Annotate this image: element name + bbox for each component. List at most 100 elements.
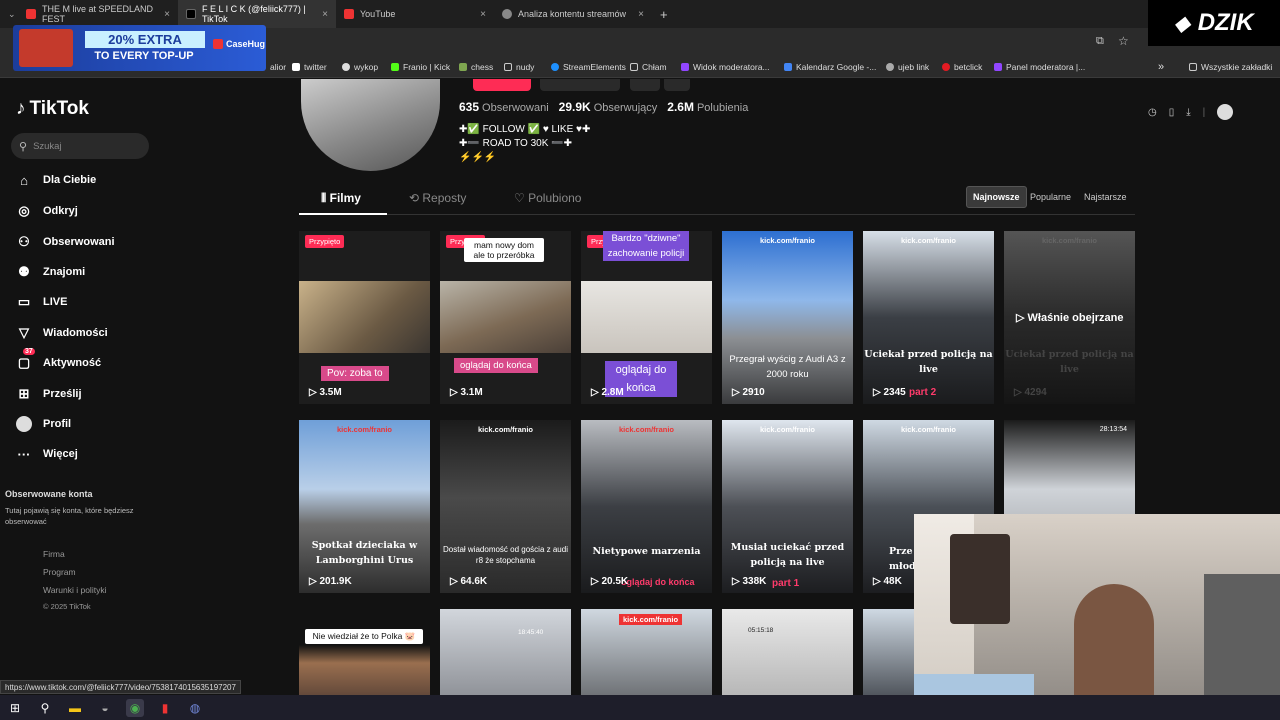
discord-icon[interactable]: ◍ (186, 699, 204, 717)
view-count: ▷ 338K (732, 576, 767, 587)
video-card[interactable]: 05:15:18 (722, 609, 853, 699)
follow-button[interactable] (473, 79, 531, 91)
app-icon[interactable]: ▮ (156, 699, 174, 717)
add-friend-button[interactable] (630, 79, 660, 91)
bookmark-item[interactable]: nudy (504, 62, 534, 72)
search-input[interactable]: ⚲ Szukaj (11, 133, 149, 159)
sort-newest[interactable]: Najnowsze (966, 186, 1027, 208)
video-card[interactable]: kick.com/franio (581, 609, 712, 699)
device-icon[interactable]: ▯ (1169, 107, 1175, 118)
tab-reposts[interactable]: ⟲ Reposty (409, 191, 466, 205)
nav-more[interactable]: ··· Więcej (16, 446, 78, 462)
globe-icon (886, 62, 894, 71)
close-tab-icon[interactable]: × (638, 9, 644, 20)
video-caption: Przegrał wyścig z Audi A3 z 2000 roku (729, 354, 846, 380)
video-card[interactable]: kick.com/franio Spotkał dzieciaka w Lamb… (299, 420, 430, 593)
video-card[interactable]: kick.com/franio Przegrał wyścig z Audi A… (722, 231, 853, 404)
bookmark-item[interactable]: Panel moderatora |... (994, 62, 1085, 72)
bookmarks-overflow-button[interactable]: » (1158, 61, 1164, 73)
bookmark-item[interactable]: alior (270, 62, 286, 72)
browser-tab-1[interactable]: THE M live at SPEEDLAND FEST × (18, 0, 178, 28)
install-app-icon[interactable]: ⧉ (1096, 35, 1104, 48)
profile-icon (16, 416, 32, 432)
bookmark-item[interactable]: Widok moderatora... (681, 62, 770, 72)
all-bookmarks-folder[interactable]: Wszystkie zakładki (1189, 62, 1272, 72)
sort-oldest[interactable]: Najstarsze (1078, 186, 1133, 208)
nav-upload[interactable]: ⊞ Prześlij (16, 386, 82, 402)
footer-link[interactable]: Program (43, 567, 76, 577)
coins-icon[interactable]: ◷ (1148, 107, 1157, 118)
chrome-icon[interactable]: ◉ (126, 698, 144, 717)
bookmark-item[interactable]: twitter (292, 62, 327, 72)
bookmark-item[interactable]: Kalendarz Google -... (784, 62, 876, 72)
video-card[interactable]: kick.com/franio Uciekał przed policją na… (863, 231, 994, 404)
footer-link[interactable]: Warunki i polityki (43, 585, 106, 595)
repost-icon: ⟲ (409, 191, 423, 205)
bookmark-star-icon[interactable]: ☆ (1118, 34, 1129, 48)
activity-badge: 37 (23, 348, 35, 355)
browser-tab-2[interactable]: F E L I C K (@feliick777) | TikTok × (178, 0, 336, 28)
kick-watermark: kick.com/franio (900, 236, 957, 245)
bookmark-item[interactable]: wykop (342, 62, 378, 72)
video-card[interactable]: kick.com/franio ▷ Właśnie obejrzane Ucie… (1004, 231, 1135, 404)
part-label: part 2 (909, 387, 937, 398)
view-count: ▷ 64.6K (450, 576, 488, 587)
kick-watermark: kick.com/franio (1041, 236, 1098, 245)
video-card[interactable]: kick.com/franio Musiał uciekać przed pol… (722, 420, 853, 593)
tab-liked[interactable]: ♡ Polubiono (514, 191, 581, 205)
followed-accounts-heading: Obserwowane konta (5, 489, 93, 499)
tab-videos[interactable]: ⦀ Filmy (321, 191, 361, 206)
app-icon[interactable]: ◒ (96, 699, 114, 717)
close-tab-icon[interactable]: × (322, 9, 328, 20)
close-tab-icon[interactable]: × (164, 9, 170, 20)
kick-watermark: kick.com/franio (619, 614, 683, 625)
nav-messages[interactable]: ▽ Wiadomości (16, 325, 108, 341)
close-tab-icon[interactable]: × (480, 9, 486, 20)
twitch-icon (681, 62, 689, 71)
browser-tab-4[interactable]: Analiza kontentu streamów × (494, 0, 652, 28)
new-tab-button[interactable]: + (652, 0, 672, 28)
video-card[interactable]: Przypięto Bardzo "dziwne" zachowanie pol… (581, 231, 712, 404)
video-card[interactable]: kick.com/franio Nietypowe marzenia ogląd… (581, 420, 712, 593)
folder-icon (630, 62, 638, 71)
video-caption: Spotkał dzieciaka w Lamborghini Urus (311, 540, 418, 566)
bookmark-item[interactable]: Franio | Kick (391, 62, 450, 72)
nav-following[interactable]: ⚇ Obserwowani (16, 234, 114, 250)
video-card[interactable]: Nie wiedział że to Polka 🐷 (299, 609, 430, 699)
bookmark-item[interactable]: chess (459, 62, 493, 72)
file-explorer-icon[interactable]: ▬ (66, 699, 84, 717)
bookmark-item[interactable]: betclick (942, 62, 982, 72)
nav-friends[interactable]: ⚉ Znajomi (16, 264, 85, 280)
video-card[interactable]: kick.com/franio Dostał wiadomość od gośc… (440, 420, 571, 593)
bookmark-item[interactable]: Chłam (630, 62, 667, 72)
video-card[interactable]: Przypięto Pov: zoba to ▷ 3.5M (299, 231, 430, 404)
view-count: ▷ 2345 (873, 387, 906, 398)
casehug-icon (213, 39, 223, 49)
avatar[interactable] (1217, 104, 1234, 120)
download-icon[interactable]: ⤓ (1186, 107, 1190, 118)
bookmark-item[interactable]: StreamElements (551, 62, 626, 72)
folder-icon (1189, 62, 1197, 71)
tiktok-icon (186, 9, 196, 19)
sort-popular[interactable]: Popularne (1024, 186, 1077, 208)
gift-box-icon (19, 29, 73, 67)
video-card[interactable]: 18:45:40 (440, 609, 571, 699)
bookmark-item[interactable]: ujeb link (886, 62, 929, 72)
video-card[interactable]: Przypięto mam nowy dom ale to przeróbka … (440, 231, 571, 404)
followers-stat[interactable]: 29.9K Obserwujący (559, 100, 658, 114)
browser-tab-3[interactable]: YouTube × (336, 0, 494, 28)
windows-start-icon[interactable]: ⊞ (6, 699, 24, 717)
tab-search-button[interactable]: ⌄ (0, 0, 18, 28)
footer-link[interactable]: Firma (43, 549, 65, 559)
nav-live[interactable]: ▭ LIVE (16, 294, 68, 310)
nav-activity[interactable]: ▢ 37 Aktywność (16, 348, 101, 371)
following-stat[interactable]: 635 Obserwowani (459, 100, 549, 114)
part-label: part 1 (772, 578, 800, 589)
nav-for-you[interactable]: ⌂ Dla Ciebie (16, 172, 96, 188)
tiktok-logo[interactable]: ♪ TikTok (16, 98, 89, 120)
nav-profile[interactable]: Profil (16, 416, 71, 432)
message-button[interactable] (540, 79, 620, 91)
nav-explore[interactable]: ◎ Odkryj (16, 203, 78, 219)
search-icon[interactable]: ⚲ (36, 699, 54, 717)
share-button[interactable] (664, 79, 690, 91)
